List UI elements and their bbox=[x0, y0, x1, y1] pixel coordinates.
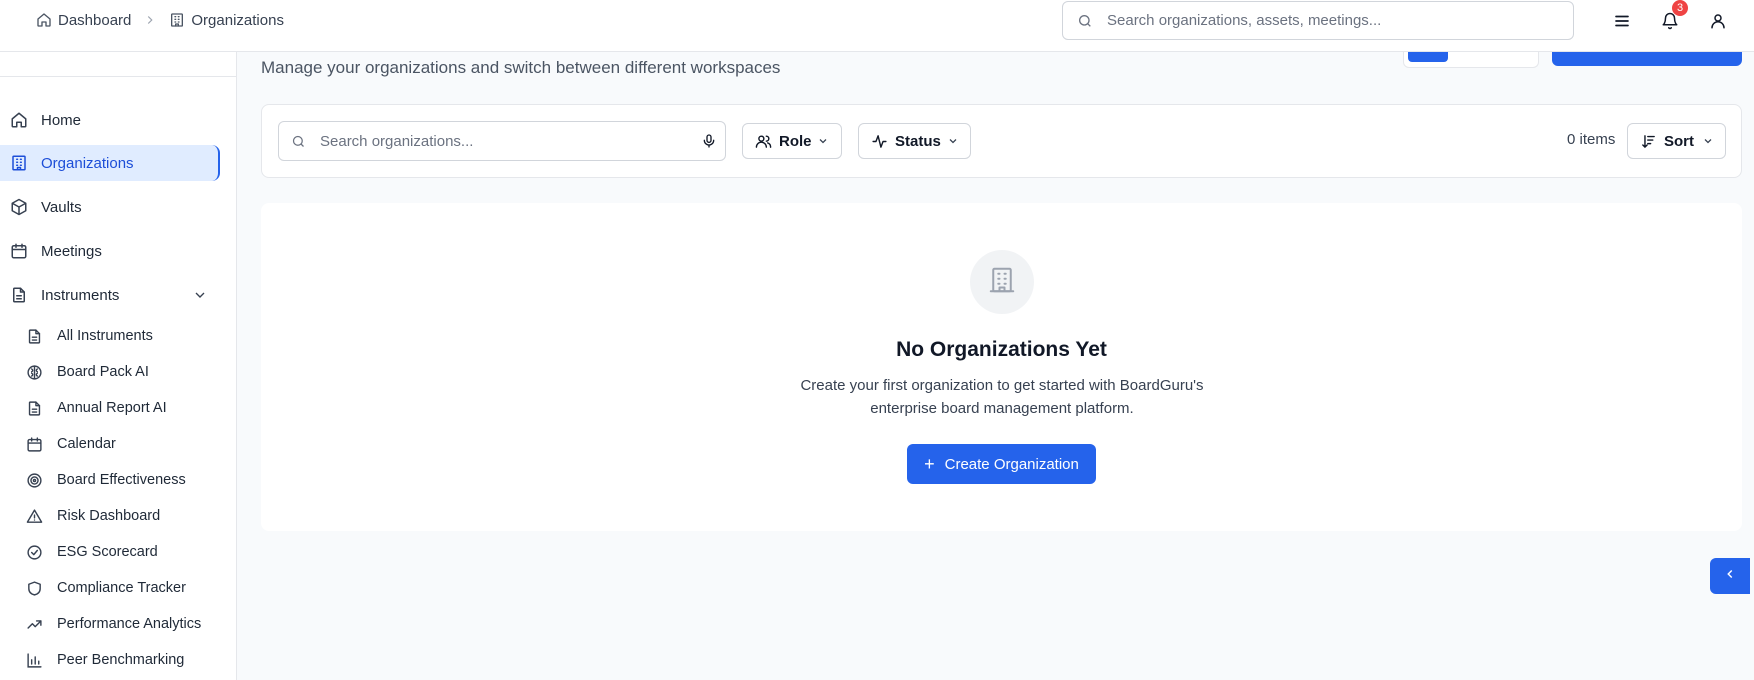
target-icon bbox=[26, 472, 43, 489]
page-subtitle: Manage your organizations and switch bet… bbox=[261, 58, 781, 77]
sort-icon bbox=[1640, 133, 1657, 150]
filter-bar: Role Status 0 items Sort bbox=[261, 104, 1742, 178]
brain-icon bbox=[26, 364, 43, 381]
sidebar-item-organizations[interactable]: Organizations bbox=[0, 145, 220, 181]
sidebar-subitem-label: Annual Report AI bbox=[57, 400, 167, 416]
sort-label: Sort bbox=[1664, 132, 1694, 150]
sidebar-subitem-label: Risk Dashboard bbox=[57, 508, 161, 524]
document-icon bbox=[26, 400, 43, 417]
role-filter-label: Role bbox=[779, 132, 812, 150]
breadcrumb-organizations-label: Organizations bbox=[191, 11, 284, 29]
home-icon bbox=[10, 111, 28, 129]
organization-search-input[interactable] bbox=[320, 132, 690, 150]
empty-state-icon-wrapper bbox=[970, 250, 1034, 314]
calendar-icon bbox=[26, 436, 43, 453]
chevron-down-icon bbox=[1702, 135, 1714, 147]
status-filter-label: Status bbox=[895, 132, 941, 150]
sidebar-item-meetings[interactable]: Meetings bbox=[0, 233, 236, 269]
sidebar-subitem-performance-analytics[interactable]: Performance Analytics bbox=[0, 608, 236, 640]
chevron-down-icon bbox=[817, 135, 829, 147]
document-icon bbox=[26, 328, 43, 345]
breadcrumb-dashboard[interactable]: Dashboard bbox=[36, 12, 131, 29]
microphone-icon[interactable] bbox=[701, 133, 717, 149]
global-search-input[interactable] bbox=[1107, 12, 1527, 29]
sidebar-item-label: Vaults bbox=[41, 198, 82, 216]
breadcrumb: Dashboard Organizations bbox=[36, 0, 284, 40]
sidebar-item-home[interactable]: Home bbox=[0, 102, 236, 138]
menu-icon[interactable] bbox=[1611, 10, 1633, 32]
sidebar-subitem-esg-scorecard[interactable]: ESG Scorecard bbox=[0, 536, 236, 568]
sidebar-subitem-label: Performance Analytics bbox=[57, 616, 202, 632]
sidebar-subitem-label: Board Pack AI bbox=[57, 364, 149, 380]
sidebar-subitem-annual-report-ai[interactable]: Annual Report AI bbox=[0, 392, 236, 424]
chevron-left-icon bbox=[1723, 567, 1737, 586]
sidebar-subitem-peer-benchmarking[interactable]: Peer Benchmarking bbox=[0, 644, 236, 676]
check-circle-icon bbox=[26, 544, 43, 561]
chevron-down-icon bbox=[947, 135, 959, 147]
breadcrumb-organizations: Organizations bbox=[169, 12, 284, 29]
trending-up-icon bbox=[26, 616, 43, 633]
home-icon bbox=[36, 12, 52, 28]
breadcrumb-dashboard-label: Dashboard bbox=[58, 11, 132, 29]
sidebar-subitem-label: All Instruments bbox=[57, 328, 153, 344]
warning-icon bbox=[26, 508, 43, 525]
plus-icon: + bbox=[924, 454, 935, 474]
sidebar-item-label: Home bbox=[41, 111, 82, 129]
building-icon bbox=[10, 154, 28, 172]
empty-state: No Organizations Yet Create your first o… bbox=[261, 203, 1742, 531]
sidebar-subitem-label: Compliance Tracker bbox=[57, 580, 186, 596]
status-filter-button[interactable]: Status bbox=[858, 123, 971, 159]
sidebar-subitem-board-effectiveness[interactable]: Board Effectiveness bbox=[0, 464, 236, 496]
top-bar: Dashboard Organizations 3 bbox=[0, 0, 1754, 52]
user-icon[interactable] bbox=[1707, 10, 1729, 32]
document-icon bbox=[10, 286, 28, 304]
calendar-icon bbox=[10, 242, 28, 260]
items-count: 0 items bbox=[1567, 131, 1616, 148]
notification-badge: 3 bbox=[1672, 0, 1688, 16]
sidebar-subitem-label: Peer Benchmarking bbox=[57, 652, 185, 668]
global-search[interactable] bbox=[1062, 1, 1574, 40]
sidebar: Home Organizations Vaults Meetings Instr… bbox=[0, 52, 237, 680]
sidebar-item-label: Meetings bbox=[41, 242, 102, 260]
role-filter-button[interactable]: Role bbox=[742, 123, 842, 159]
sidebar-item-label: Instruments bbox=[41, 286, 120, 304]
users-icon bbox=[755, 133, 772, 150]
create-organization-button[interactable]: + Create Organization bbox=[907, 444, 1096, 484]
sidebar-item-vaults[interactable]: Vaults bbox=[0, 189, 236, 225]
create-organization-label: Create Organization bbox=[944, 455, 1079, 473]
empty-state-description: Create your first organization to get st… bbox=[800, 377, 1204, 417]
chevron-down-icon[interactable] bbox=[192, 287, 208, 303]
sidebar-subitem-label: Calendar bbox=[57, 436, 116, 452]
sort-button[interactable]: Sort bbox=[1627, 123, 1726, 159]
shield-icon bbox=[26, 580, 43, 597]
building-icon bbox=[169, 12, 185, 28]
sidebar-item-instruments[interactable]: Instruments bbox=[0, 277, 236, 313]
panel-toggle-button[interactable] bbox=[1710, 558, 1750, 594]
sidebar-subitem-label: ESG Scorecard bbox=[57, 544, 158, 560]
sidebar-subitem-label: Board Effectiveness bbox=[57, 472, 186, 488]
sidebar-subitem-calendar[interactable]: Calendar bbox=[0, 428, 236, 460]
bar-chart-icon bbox=[26, 652, 43, 669]
sidebar-item-label: Organizations bbox=[41, 154, 134, 172]
organization-search[interactable] bbox=[278, 121, 726, 161]
building-icon bbox=[987, 265, 1017, 300]
sidebar-subitem-compliance-tracker[interactable]: Compliance Tracker bbox=[0, 572, 236, 604]
empty-state-title: No Organizations Yet bbox=[896, 338, 1107, 361]
chevron-right-icon bbox=[143, 13, 157, 27]
sidebar-subitem-all-instruments[interactable]: All Instruments bbox=[0, 320, 236, 352]
activity-icon bbox=[871, 133, 888, 150]
search-icon bbox=[291, 134, 306, 149]
sidebar-subitem-risk-dashboard[interactable]: Risk Dashboard bbox=[0, 500, 236, 532]
search-icon bbox=[1077, 13, 1093, 29]
sidebar-subitem-board-pack-ai[interactable]: Board Pack AI bbox=[0, 356, 236, 388]
box-icon bbox=[10, 198, 28, 216]
sidebar-divider bbox=[0, 76, 236, 77]
